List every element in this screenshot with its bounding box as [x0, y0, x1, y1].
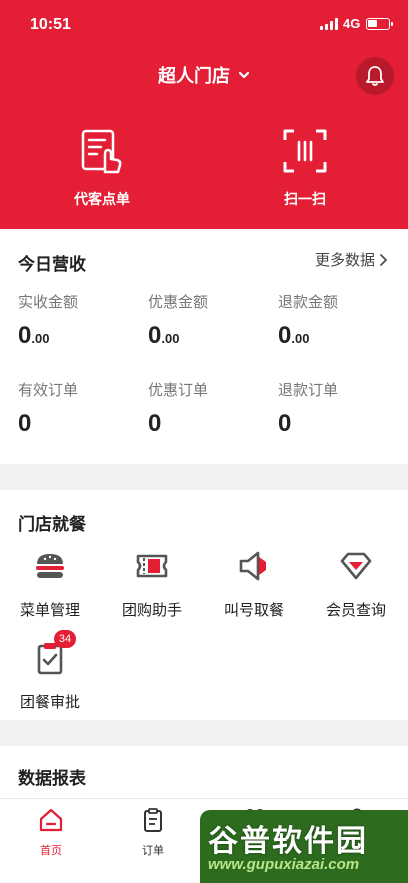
tab-label: 首页 — [40, 845, 62, 857]
metric-value: 0 — [18, 410, 32, 437]
notification-button[interactable] — [356, 57, 394, 95]
tab-home[interactable]: 首页 — [11, 807, 91, 858]
metric-discount-amount[interactable]: 优惠金额 0.00 — [148, 291, 268, 351]
notification-badge: 34 — [54, 630, 76, 648]
metric-value: 0.00 — [278, 322, 310, 349]
feature-label: 团餐审批 — [19, 694, 80, 711]
metric-label: 有效订单 — [18, 382, 79, 399]
group-buy-assistant-button[interactable]: 团购助手 — [107, 548, 197, 620]
menu-management-button[interactable]: 菜单管理 — [5, 548, 95, 620]
store-dining-title: 门店就餐 — [18, 515, 86, 534]
order-for-customer-button[interactable]: 代客点单 — [42, 128, 162, 209]
revenue-card: 今日营收 更多数据 实收金额 0.00 优惠金额 0.00 退款金额 0.00 … — [0, 229, 408, 464]
metric-label: 退款金额 — [278, 294, 339, 311]
revenue-title: 今日营收 — [18, 255, 86, 274]
metric-valid-orders[interactable]: 有效订单 0 — [18, 379, 138, 436]
watermark-text: 谷普软件园 — [208, 825, 368, 858]
status-bar: 10:51 4G — [0, 0, 408, 50]
signal-icon — [320, 18, 340, 30]
metric-value: 0.00 — [148, 322, 180, 349]
store-name: 超人门店 — [158, 66, 230, 86]
group-meal-approval-button[interactable]: 34 团餐审批 — [5, 630, 95, 712]
feature-label: 团购助手 — [121, 602, 182, 619]
chevron-right-icon — [380, 253, 387, 266]
bell-icon — [366, 66, 384, 86]
metric-refund-amount[interactable]: 退款金额 0.00 — [278, 291, 398, 351]
store-dining-card: 门店就餐 菜单管理 团购助手 叫号取餐 会员查询 34 团餐审批 — [0, 490, 408, 720]
more-data-link[interactable]: 更多数据 — [315, 249, 388, 270]
metric-received-amount[interactable]: 实收金额 0.00 — [18, 291, 138, 351]
feature-label: 叫号取餐 — [223, 602, 284, 619]
metric-label: 退款订单 — [278, 382, 339, 399]
member-query-button[interactable]: 会员查询 — [311, 548, 401, 620]
store-selector[interactable]: 超人门店 — [0, 60, 408, 90]
burger-icon — [36, 554, 64, 578]
tab-label: 订单 — [142, 845, 164, 857]
watermark-logo: 谷普软件园 www.gupuxiazai.com — [200, 810, 408, 883]
scan-icon — [283, 129, 327, 173]
speaker-icon — [239, 551, 266, 581]
metric-label: 实收金额 — [18, 294, 79, 311]
status-time: 10:51 — [30, 16, 71, 33]
order-for-customer-icon — [81, 129, 122, 174]
metric-refund-orders[interactable]: 退款订单 0 — [278, 379, 398, 436]
metric-value: 0.00 — [18, 322, 50, 349]
feature-label: 会员查询 — [325, 602, 386, 619]
chevron-down-icon — [238, 71, 250, 79]
order-list-icon — [144, 808, 162, 832]
ticket-icon — [136, 554, 168, 578]
call-number-button[interactable]: 叫号取餐 — [209, 548, 299, 620]
network-type: 4G — [343, 16, 361, 31]
data-reports-title: 数据报表 — [18, 769, 86, 788]
tab-orders[interactable]: 订单 — [113, 807, 193, 858]
scan-label: 扫一扫 — [284, 191, 326, 207]
more-data-label: 更多数据 — [315, 252, 376, 269]
watermark-url: www.gupuxiazai.com — [208, 856, 360, 873]
metric-discount-orders[interactable]: 优惠订单 0 — [148, 379, 268, 436]
metric-label: 优惠订单 — [148, 382, 209, 399]
data-reports-card: 数据报表 — [0, 746, 408, 798]
metric-value: 0 — [148, 410, 162, 437]
battery-icon — [366, 18, 393, 30]
home-icon — [39, 808, 63, 832]
metric-value: 0 — [278, 410, 292, 437]
diamond-icon — [340, 552, 372, 580]
scan-button[interactable]: 扫一扫 — [245, 128, 365, 209]
order-for-customer-label: 代客点单 — [74, 191, 130, 207]
feature-label: 菜单管理 — [19, 602, 80, 619]
metric-label: 优惠金额 — [148, 294, 209, 311]
header: 10:51 4G 超人门店 代客点单 扫一扫 — [0, 0, 408, 229]
